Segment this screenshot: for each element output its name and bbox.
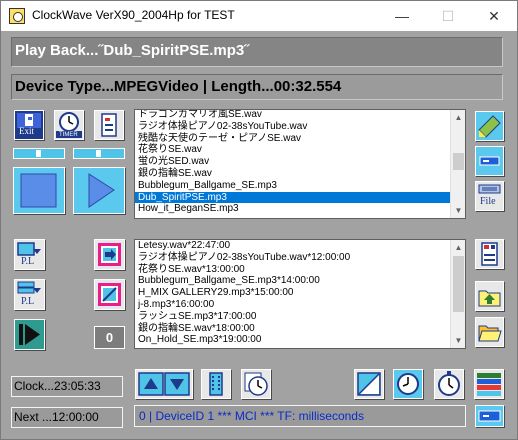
list-item[interactable]: 銀の指輪SE.wav*18:00:00 (135, 323, 451, 335)
minimize-button[interactable]: — (379, 1, 425, 31)
stop-button[interactable] (13, 167, 65, 214)
list-item[interactable]: Dub_SpiritPSE.mp3 (135, 191, 451, 204)
list-item[interactable]: j-8.mp3*16:00:00 (135, 299, 451, 311)
volume-slider[interactable] (13, 148, 65, 159)
scroll-buttons[interactable] (135, 369, 193, 399)
folder-upload-icon (478, 290, 501, 307)
balance-slider-thumb[interactable] (96, 150, 101, 157)
minus-bar-icon (479, 156, 500, 166)
device-settings-button[interactable] (475, 239, 504, 269)
device-info-display: Device Type...MPEGVideo | Length...00:32… (11, 74, 503, 100)
list-item[interactable]: ラジオ体操ピアノ02-38sYouTube.wav (135, 121, 451, 133)
settings-button[interactable] (94, 110, 124, 140)
file-list-scroll-thumb[interactable] (453, 153, 464, 170)
next-alarm-display: Next ...12:00:00 (11, 407, 123, 428)
scroll-up-down-icon (138, 372, 190, 396)
playback-display: Play Back...˝Dub_SpiritPSE.mp3˝ (11, 37, 503, 67)
schedule-list-scroll-thumb[interactable] (453, 256, 464, 312)
list-item[interactable]: ドラゴンガマリオ風SE.wav (135, 110, 451, 121)
pl-label: P.L (21, 256, 35, 267)
window-title: ClockWave VerX90_2004Hp for TEST (32, 8, 235, 22)
schedule-scroll-up-arrow-icon[interactable]: ▲ (451, 240, 465, 255)
schedule-clock-icon (244, 372, 268, 396)
pencil-edit-icon (478, 115, 501, 138)
file-button[interactable]: File (475, 181, 504, 211)
edit-button[interactable] (475, 111, 504, 141)
scroll-down-arrow-icon[interactable]: ▼ (451, 203, 465, 218)
panel-settings-icon (101, 113, 117, 137)
schedule-list-items: Letesy.wav*22:47:00 ラジオ体操ピアノ02-38sYouTube… (135, 240, 451, 346)
mci-status-display: 0 | DeviceID 1 *** MCI *** TF: milliseco… (134, 405, 466, 427)
alarm-button[interactable] (393, 369, 423, 399)
timer-label: TIMER (59, 132, 78, 138)
exit-label: Exit (19, 126, 34, 136)
skip-next-icon (19, 324, 40, 345)
sort-icon (209, 372, 223, 396)
app-clock-icon (9, 8, 25, 24)
add-to-list-button[interactable] (94, 239, 125, 270)
chart-button[interactable] (354, 369, 384, 399)
close-button[interactable]: ✕ (471, 1, 517, 31)
add-to-list-icon (98, 243, 121, 266)
remove-from-list-button[interactable] (94, 279, 125, 310)
small-minus-button[interactable] (475, 405, 504, 427)
color-bars-icon (477, 373, 501, 396)
pl2-label: P.L (21, 296, 35, 307)
timer-button[interactable]: TIMER (54, 110, 84, 140)
open-folder-button[interactable] (475, 317, 504, 347)
file-list-scrollbar[interactable]: ▲ ▼ (450, 110, 465, 218)
file-label: File (480, 196, 496, 207)
sort-button[interactable] (201, 369, 231, 399)
schedule-list[interactable]: Letesy.wav*22:47:00 ラジオ体操ピアノ02-38sYouTube… (134, 239, 466, 349)
playlist-out-button[interactable]: P.L (14, 279, 45, 310)
list-item[interactable]: 花祭りSE.wav (135, 144, 451, 156)
schedule-button[interactable] (241, 369, 271, 399)
list-item[interactable]: 蛍の光SED.wav (135, 156, 451, 168)
open-folder-icon (478, 325, 502, 342)
title-bar[interactable]: ClockWave VerX90_2004Hp for TEST — ☐ ✕ (1, 1, 517, 31)
client-area: Play Back...˝Dub_SpiritPSE.mp3˝ Device T… (1, 31, 517, 439)
chart-icon (357, 372, 381, 396)
play-button[interactable] (73, 167, 125, 214)
counter-display: 0 (94, 326, 125, 349)
list-item[interactable]: On_Hold_SE.mp3*19:00:00 (135, 334, 451, 346)
file-list-items: ドラゴンガマリオ風SE.wav ラジオ体操ピアノ02-38sYouTube.wav… (135, 110, 451, 215)
list-item[interactable]: Bubblegum_Ballgame_SE.mp3*14:00:00 (135, 275, 451, 287)
list-item[interactable]: 銀の指輪SE.wav (135, 168, 451, 180)
minus-bar-small-icon (478, 410, 501, 422)
playlist-in-button[interactable]: P.L (14, 239, 45, 270)
skip-button[interactable] (14, 319, 45, 350)
list-item[interactable]: 残酷な天使のテーゼ・ピアノSE.wav (135, 133, 451, 145)
remove-from-list-icon (98, 283, 121, 306)
maximize-button[interactable]: ☐ (425, 1, 471, 31)
app-window: ClockWave VerX90_2004Hp for TEST — ☐ ✕ P… (0, 0, 518, 440)
alarm-clock-icon (397, 373, 419, 395)
volume-slider-thumb[interactable] (36, 150, 41, 157)
panel-device-icon (481, 242, 498, 266)
list-item[interactable]: Letesy.wav*22:47:00 (135, 240, 451, 252)
exit-button[interactable]: Exit (14, 110, 44, 140)
minus-button[interactable] (475, 146, 504, 176)
stopwatch-icon (438, 371, 460, 396)
schedule-scroll-down-arrow-icon[interactable]: ▼ (451, 333, 465, 348)
clock-display: Clock...23:05:33 (11, 376, 123, 397)
balance-slider[interactable] (73, 148, 125, 159)
play-triangle-icon (88, 173, 115, 208)
list-item[interactable]: Bubblegum_Ballgame_SE.mp3 (135, 180, 451, 192)
folder-upload-button[interactable] (475, 281, 504, 311)
color-bars-button[interactable] (474, 369, 504, 399)
list-item[interactable]: H_MIX GALLERY29.mp3*15:00:00 (135, 287, 451, 299)
list-item[interactable]: ラジオ体操ピアノ02-38sYouTube.wav*12:00:00 (135, 252, 451, 264)
stop-square-icon (20, 173, 57, 208)
schedule-list-scrollbar[interactable]: ▲ ▼ (450, 240, 465, 348)
list-item[interactable]: ラッシュSE.mp3*17:00:00 (135, 311, 451, 323)
file-list[interactable]: ドラゴンガマリオ風SE.wav ラジオ体操ピアノ02-38sYouTube.wav… (134, 109, 466, 219)
list-item[interactable]: How_it_BeganSE.mp3 (135, 203, 451, 215)
list-item[interactable]: 花祭りSE.wav*13:00:00 (135, 264, 451, 276)
stopwatch-button[interactable] (434, 369, 464, 399)
scroll-up-arrow-icon[interactable]: ▲ (451, 110, 465, 125)
